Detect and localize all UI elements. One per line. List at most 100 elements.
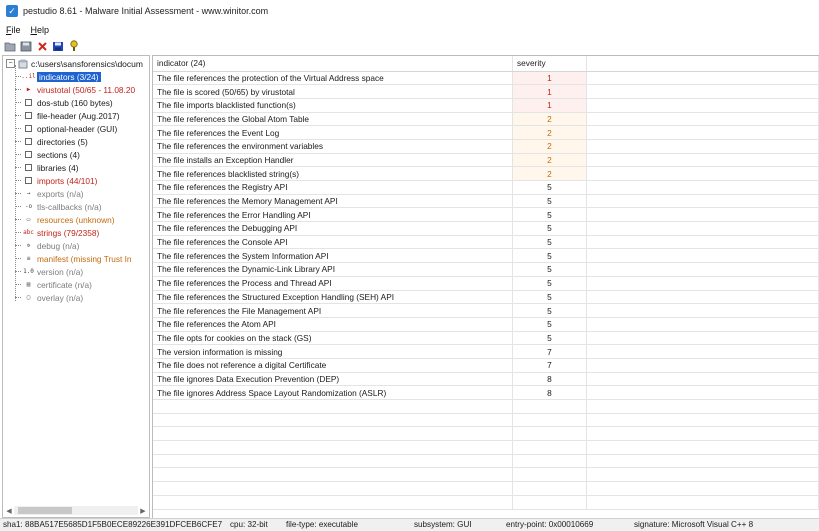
menu-bar: File Help	[0, 22, 819, 37]
table-row[interactable]: The file ignores Address Space Layout Ra…	[153, 385, 819, 400]
tree-item-label: virustotal (50/65 - 11.08.20	[37, 84, 136, 95]
menu-help[interactable]: Help	[31, 25, 50, 35]
tree-item[interactable]: ▤ certificate (n/a)	[15, 278, 92, 291]
table-row[interactable]: The file references blacklisted string(s…	[153, 166, 819, 181]
severity-cell: 7	[512, 358, 587, 373]
tree-branch	[15, 180, 21, 181]
tree-root[interactable]: − c:\users\sansforensics\docum	[3, 57, 143, 70]
empty-cell	[586, 495, 819, 510]
indicator-cell: The file references the Memory Managemen…	[153, 194, 514, 209]
empty-cell	[586, 467, 819, 483]
indicator-cell: The file installs an Exception Handler	[153, 153, 514, 168]
empty-cell	[586, 413, 819, 428]
table-row[interactable]: The file references the File Management …	[153, 303, 819, 318]
tree-item-label: debug (n/a)	[37, 240, 80, 251]
tree-item[interactable]: ▶ virustotal (50/65 - 11.08.20	[15, 83, 135, 96]
table-row[interactable]: The file references the protection of th…	[153, 71, 819, 86]
table-row[interactable]: The file ignores Data Execution Preventi…	[153, 372, 819, 387]
indicator-cell	[153, 467, 514, 483]
indicator-cell: The file references the Atom API	[153, 317, 514, 332]
scroll-thumb[interactable]	[18, 507, 72, 514]
indicator-cell	[153, 413, 514, 428]
severity-cell: 5	[512, 276, 587, 291]
tree-item[interactable]: imports (44/101)	[15, 174, 97, 187]
indicator-cell: The version information is missing	[153, 344, 514, 359]
tree-item[interactable]: libraries (4)	[15, 161, 79, 174]
tree-item[interactable]: 1.0 version (n/a)	[15, 265, 83, 278]
table-row[interactable]: The file references the Console API 5	[153, 235, 819, 250]
tree-item[interactable]: ..il indicators (3/24)	[15, 70, 101, 83]
table-row[interactable]: The file imports blacklisted function(s)…	[153, 98, 819, 113]
tree-branch	[15, 245, 21, 246]
table-row[interactable]: The file opts for cookies on the stack (…	[153, 331, 819, 346]
delete-icon[interactable]	[35, 40, 49, 53]
empty-cell	[586, 248, 819, 264]
severity-cell: 5	[512, 207, 587, 223]
tree-item-label: tls-callbacks (n/a)	[37, 201, 102, 212]
tree-item[interactable]: abc strings (79/2358)	[15, 226, 99, 239]
tree-item[interactable]: directories (5)	[15, 135, 88, 148]
tree-item-label: indicators (3/24)	[37, 71, 101, 82]
tree-item[interactable]: ▢ overlay (n/a)	[15, 291, 83, 304]
tree-item[interactable]: → exports (n/a)	[15, 187, 84, 200]
tree-item-label: optional-header (GUI)	[37, 123, 118, 134]
tree-item[interactable]: sections (4)	[15, 148, 80, 161]
open-icon[interactable]	[3, 40, 17, 53]
table-row[interactable]: The file references the Process and Thre…	[153, 276, 819, 291]
tree-item-label: imports (44/101)	[37, 175, 98, 186]
table-row[interactable]	[153, 426, 819, 442]
scroll-track[interactable]	[14, 506, 138, 515]
table-row[interactable]	[153, 399, 819, 414]
scroll-left-icon[interactable]: ◀	[4, 505, 14, 516]
table-row[interactable]: The file references the Registry API 5	[153, 180, 819, 195]
indicator-cell: The file references the environment vari…	[153, 139, 514, 154]
table-row[interactable]	[153, 495, 819, 510]
pestudio-app-icon: ✓	[6, 5, 18, 17]
table-row[interactable]	[153, 481, 819, 496]
table-row[interactable]	[153, 467, 819, 483]
table-row[interactable]: The file references the Debugging API 5	[153, 221, 819, 236]
tree-horizontal-scrollbar[interactable]: ◀ ▶	[4, 505, 148, 516]
table-row[interactable]: The file installs an Exception Handler 2	[153, 153, 819, 168]
column-header-severity[interactable]: severity	[512, 56, 587, 72]
menu-file[interactable]: File	[6, 25, 21, 35]
floppy-icon[interactable]	[51, 40, 65, 53]
tree-item-label: dos-stub (160 bytes)	[37, 97, 113, 108]
tree-item[interactable]: optional-header (GUI)	[15, 122, 117, 135]
table-row[interactable]: The version information is missing 7	[153, 344, 819, 359]
severity-cell: 2	[512, 125, 587, 140]
table-row[interactable]: The file references the System Informati…	[153, 248, 819, 264]
indicator-cell	[153, 399, 514, 414]
tree-item[interactable]: dos-stub (160 bytes)	[15, 96, 113, 109]
help-icon[interactable]	[67, 40, 81, 53]
column-header-indicator[interactable]: indicator (24)	[153, 56, 514, 72]
empty-cell	[586, 235, 819, 250]
table-row[interactable]	[153, 413, 819, 428]
table-row[interactable]	[153, 454, 819, 469]
table-row[interactable]: The file is scored (50/65) by virustotal…	[153, 84, 819, 99]
table-row[interactable]: The file references the Dynamic-Link Lib…	[153, 262, 819, 277]
table-row[interactable]: The file references the Atom API 5	[153, 317, 819, 332]
severity-cell	[512, 426, 587, 442]
table-row[interactable]: The file references the Error Handling A…	[153, 207, 819, 223]
table-row[interactable]: The file references the Structured Excep…	[153, 290, 819, 305]
tree-item[interactable]: file-header (Aug.2017)	[15, 109, 120, 122]
tree-item[interactable]: ≡ manifest (missing Trust In	[15, 252, 132, 265]
scroll-right-icon[interactable]: ▶	[138, 505, 148, 516]
table-row[interactable]	[153, 440, 819, 455]
tree-item[interactable]: ✲ debug (n/a)	[15, 239, 79, 252]
collapse-icon[interactable]: −	[6, 59, 15, 68]
table-row[interactable]: The file does not reference a digital Ce…	[153, 358, 819, 373]
box-icon	[23, 124, 34, 134]
empty-cell	[586, 385, 819, 400]
table-row[interactable]: The file references the environment vari…	[153, 139, 819, 154]
empty-cell	[586, 194, 819, 209]
tree-item[interactable]: ▭ resources (unknown)	[15, 213, 114, 226]
table-row[interactable]: The file references the Event Log 2	[153, 125, 819, 140]
tree-item[interactable]: -o tls-callbacks (n/a)	[15, 200, 102, 213]
severity-cell: 5	[512, 262, 587, 277]
severity-cell: 1	[512, 71, 587, 86]
table-row[interactable]: The file references the Memory Managemen…	[153, 194, 819, 209]
table-row[interactable]: The file references the Global Atom Tabl…	[153, 112, 819, 127]
save-icon[interactable]	[19, 40, 33, 53]
